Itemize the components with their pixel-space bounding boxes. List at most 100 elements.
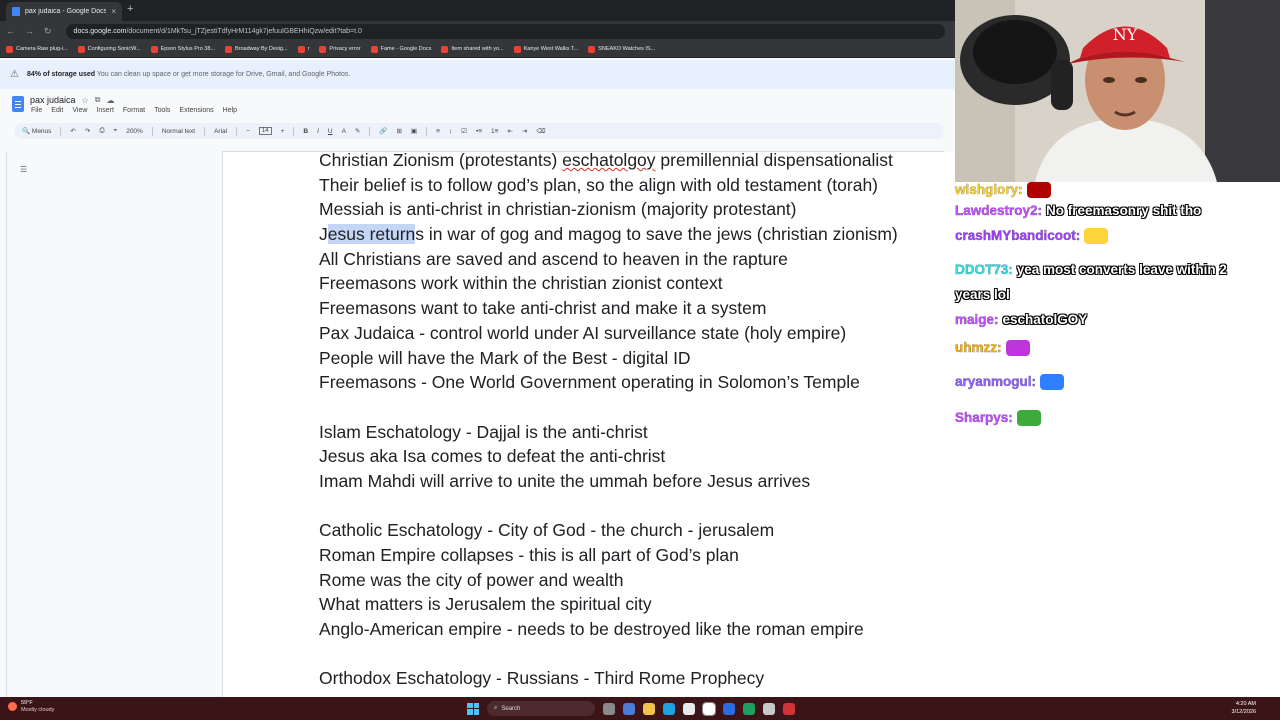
decrease-font-icon[interactable]: − <box>246 128 250 135</box>
style-select[interactable]: Normal text <box>162 128 195 135</box>
underline-button[interactable]: U <box>328 128 333 135</box>
document-line[interactable]: Imam Mahdi will arrive to unite the umma… <box>319 472 955 498</box>
chrome-icon[interactable] <box>683 702 695 715</box>
cloud-status-icon[interactable]: ☁ <box>106 96 114 105</box>
image-icon[interactable]: ▣ <box>411 127 417 135</box>
taskbar-clock[interactable]: 4:20 AM 3/12/2026 <box>1232 700 1256 716</box>
undo-icon[interactable]: ↶ <box>70 127 75 135</box>
document-line[interactable]: Catholic Eschatology - City of God - the… <box>319 522 955 547</box>
star-icon[interactable]: ☆ <box>82 96 89 105</box>
taskbar-search[interactable]: ⌕ Search <box>487 701 595 716</box>
document-line[interactable]: Pax Judaica - control world under AI sur… <box>319 324 955 350</box>
bold-button[interactable]: B <box>303 128 308 135</box>
settings-icon[interactable] <box>763 702 775 715</box>
bookmark-item[interactable]: Broadway By Desig... <box>224 45 288 53</box>
link-icon[interactable]: 🔗 <box>379 127 387 135</box>
menu-edit[interactable]: Edit <box>51 107 63 114</box>
document-line[interactable]: All Christians are saved and ascend to h… <box>319 250 955 276</box>
reload-icon[interactable]: ↻ <box>44 26 52 37</box>
decrease-indent-icon[interactable]: ⇤ <box>507 127 512 135</box>
text-color-icon[interactable]: A <box>342 128 346 135</box>
url-input[interactable]: docs.google.com/document/d/1MkTsu_jTZjes… <box>65 23 945 39</box>
document-line[interactable]: Islam Eschatology - Dajjal is the anti-c… <box>319 423 955 449</box>
document-line[interactable]: What matters is Jerusalem the spiritual … <box>319 596 955 621</box>
bookmark-item[interactable]: Epson Stylus Pro 38... <box>150 45 215 53</box>
clear-formatting-icon[interactable]: ⌫ <box>536 127 545 135</box>
paint-format-icon[interactable]: ⌖ <box>114 127 118 135</box>
start-button[interactable] <box>467 702 479 715</box>
highlight-icon[interactable]: ✎ <box>355 127 360 135</box>
checklist-icon[interactable]: ☑ <box>461 127 467 135</box>
document-line[interactable]: Freemasons - One World Government operat… <box>319 374 955 399</box>
new-tab-button[interactable]: + <box>127 3 133 15</box>
chat-username[interactable]: crashMYbandicoot: <box>955 228 1081 243</box>
document-line[interactable]: Christian Zionism (protestants) eschatol… <box>319 152 955 177</box>
weather-widget[interactable]: 59°F Mostly cloudy <box>8 700 54 714</box>
browser-tab[interactable]: pax judaica - Google Docs × <box>6 2 122 21</box>
excel-icon[interactable] <box>743 702 755 715</box>
print-icon[interactable]: ⎙ <box>99 127 104 135</box>
menu-file[interactable]: File <box>31 107 42 114</box>
document-line[interactable] <box>319 399 955 424</box>
italic-button[interactable]: I <box>317 128 319 135</box>
document-line[interactable]: Messiah is anti-christ in christian-zion… <box>319 201 955 226</box>
menu-insert[interactable]: Insert <box>96 107 114 114</box>
edge-icon[interactable] <box>663 702 675 715</box>
document-line[interactable]: Roman Empire collapses - this is all par… <box>319 546 955 572</box>
document-line[interactable]: Rome was the city of power and wealth <box>319 571 955 597</box>
document-line[interactable] <box>319 646 955 671</box>
document-line[interactable] <box>319 498 955 523</box>
font-size-input[interactable]: 14 <box>258 127 272 135</box>
bookmark-item[interactable]: Configuring SonicW... <box>77 45 141 53</box>
document-line[interactable]: Jesus aka Isa comes to defeat the anti-c… <box>319 448 955 473</box>
obs-icon[interactable] <box>702 701 716 716</box>
file-explorer-icon[interactable] <box>643 702 655 715</box>
document-title[interactable]: pax judaica <box>30 95 76 105</box>
document-line[interactable]: Freemasons work within the christian zio… <box>319 275 955 300</box>
vertical-ruler[interactable] <box>0 152 7 697</box>
menu-extensions[interactable]: Extensions <box>179 107 213 114</box>
numbered-list-icon[interactable]: 1≡ <box>491 128 498 135</box>
bookmark-item[interactable]: Fame - Google Docs <box>370 45 431 53</box>
document-line[interactable]: Their belief is to follow god’s plan, so… <box>319 176 955 202</box>
document-line[interactable]: Orthodox Eschatology - Russians - Third … <box>319 670 955 695</box>
bookmark-item[interactable]: Item shared with yo... <box>441 45 504 53</box>
line-spacing-icon[interactable]: ↕ <box>449 128 452 135</box>
chat-username[interactable]: aryanmogul: <box>955 374 1036 389</box>
chat-username[interactable]: maige: <box>955 312 999 327</box>
chat-username[interactable]: uhmzz: <box>955 340 1002 355</box>
zoom-select[interactable]: 200% <box>126 128 143 135</box>
document-line[interactable]: Anglo-American empire - needs to be dest… <box>319 620 955 646</box>
menu-help[interactable]: Help <box>223 107 237 114</box>
move-icon[interactable]: ⧉ <box>95 95 101 105</box>
font-select[interactable]: Arial <box>214 128 227 135</box>
menu-view[interactable]: View <box>72 107 87 114</box>
document-line[interactable]: Jesus returns in war of gog and magog to… <box>319 224 955 251</box>
close-tab-icon[interactable]: × <box>111 7 116 16</box>
docs-logo-icon[interactable] <box>12 96 24 112</box>
align-icon[interactable]: ≡ <box>436 128 440 135</box>
document-line[interactable]: People will have the Mark of the Best - … <box>319 349 955 375</box>
menu-format[interactable]: Format <box>123 107 145 114</box>
bullet-list-icon[interactable]: •≡ <box>476 128 482 135</box>
menu-tools[interactable]: Tools <box>154 107 170 114</box>
misspelled-word[interactable]: eschatolgoy <box>562 152 655 170</box>
document-body[interactable]: Christian Zionism (protestants) eschatol… <box>319 152 955 695</box>
back-icon[interactable]: ← <box>6 26 15 36</box>
redo-icon[interactable]: ↷ <box>85 127 90 135</box>
chat-username[interactable]: Lawdestroy2: <box>955 203 1042 218</box>
bookmark-item[interactable]: r <box>297 45 309 53</box>
document-line[interactable]: Freemasons want to take anti-christ and … <box>319 299 955 325</box>
bookmark-item[interactable]: Privacy error <box>319 45 361 53</box>
comment-icon[interactable]: ⊞ <box>396 127 401 135</box>
chat-username[interactable]: wishglory: <box>955 182 1023 197</box>
outline-icon[interactable]: ☰ <box>20 165 27 174</box>
copilot-icon[interactable] <box>623 702 635 715</box>
increase-indent-icon[interactable]: ⇥ <box>522 127 527 135</box>
task-view-icon[interactable] <box>603 702 615 715</box>
chat-username[interactable]: DDOT73: <box>955 262 1013 277</box>
increase-font-icon[interactable]: + <box>281 128 285 135</box>
photoshop-icon[interactable] <box>723 702 735 715</box>
bookmark-item[interactable]: Kanye West Walks T... <box>513 45 578 53</box>
forward-icon[interactable]: → <box>25 26 34 36</box>
